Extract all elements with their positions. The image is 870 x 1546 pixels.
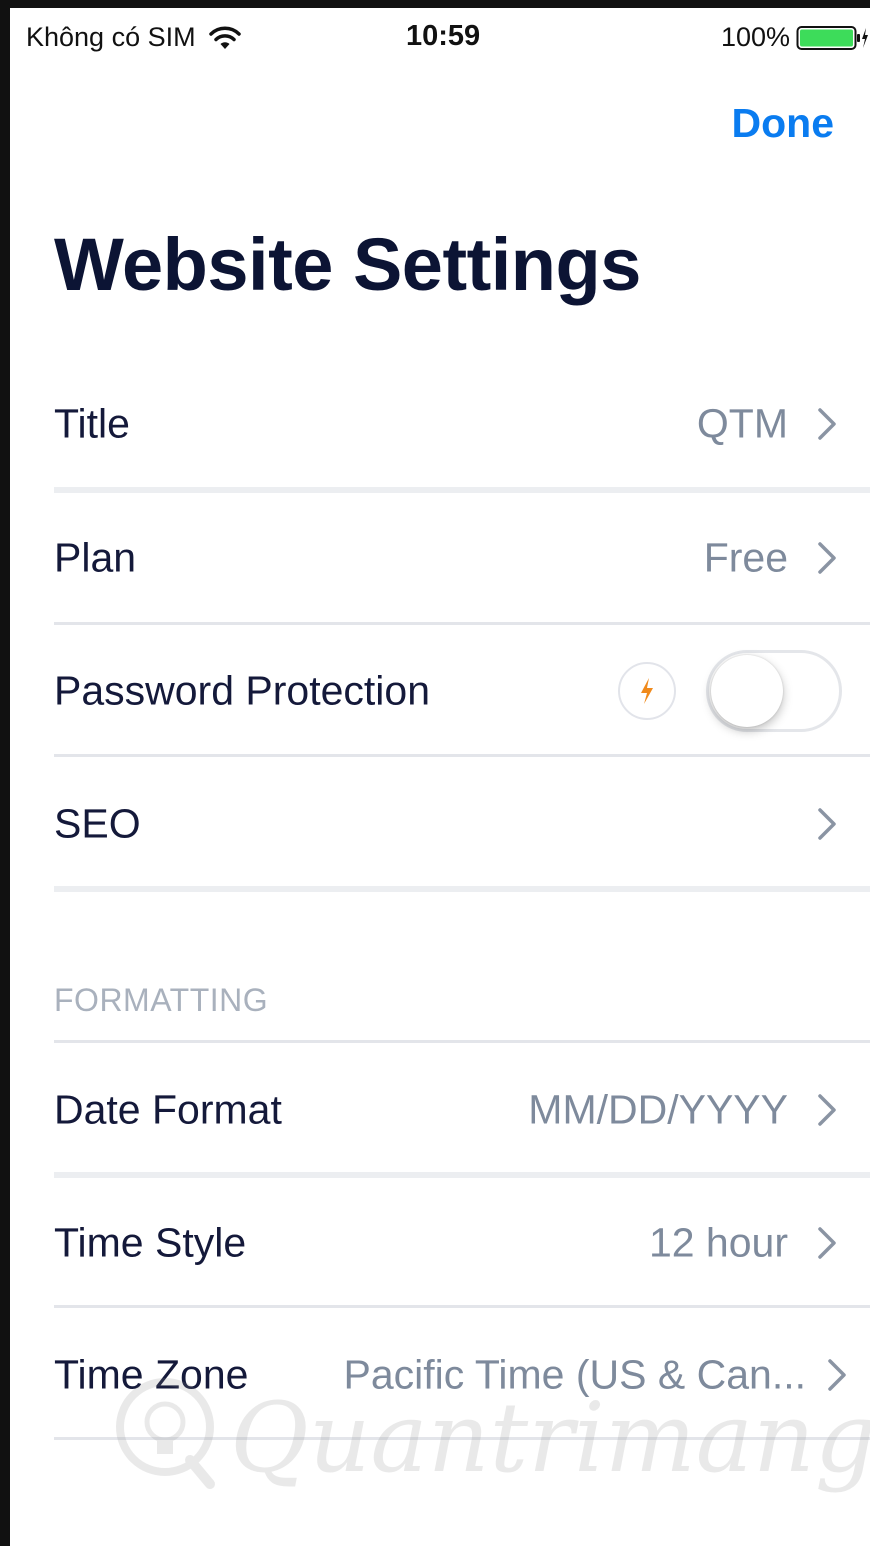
battery-group: 100% [721, 22, 868, 53]
row-value: MM/DD/YYYY [528, 1086, 788, 1132]
chevron-right-icon [828, 1358, 846, 1391]
settings-row-plan[interactable]: Plan Free [54, 491, 870, 624]
row-label: SEO [54, 800, 141, 846]
divider [54, 886, 870, 892]
row-value: Pacific Time (US & Can... [343, 1351, 806, 1397]
settings-row-time-zone[interactable]: Time Zone Pacific Time (US & Can... [54, 1308, 870, 1441]
settings-row-time-style[interactable]: Time Style 12 hour [54, 1176, 870, 1309]
row-label: Title [54, 400, 130, 446]
chevron-right-icon [818, 541, 836, 574]
password-protection-toggle[interactable] [706, 649, 842, 732]
clock: 10:59 [406, 20, 481, 52]
status-bar: Không có SIM 10:59 100% [10, 8, 870, 70]
settings-row-password-protection: Password Protection [54, 624, 870, 757]
row-value: Free [703, 534, 788, 580]
battery-icon [796, 25, 868, 50]
row-label: Plan [54, 534, 137, 580]
chevron-right-icon [818, 807, 836, 840]
upgrade-badge[interactable] [618, 661, 676, 720]
window-frame-left [0, 0, 10, 1546]
row-value: 12 hour [648, 1219, 788, 1265]
settings-row-title[interactable]: Title QTM [54, 357, 870, 490]
wifi-icon [208, 26, 241, 49]
window-frame-top [0, 0, 870, 8]
row-value: QTM [696, 400, 788, 446]
section-header-formatting: FORMATTING [54, 982, 269, 1018]
row-label: Time Style [54, 1219, 247, 1265]
divider [54, 1437, 870, 1440]
done-button[interactable]: Done [732, 100, 835, 147]
row-label: Date Format [54, 1086, 282, 1132]
row-label: Password Protection [54, 667, 431, 713]
chevron-right-icon [818, 1093, 836, 1126]
row-label: Time Zone [54, 1351, 249, 1397]
chevron-right-icon [818, 407, 836, 440]
charging-bolt-icon [862, 27, 868, 48]
bolt-icon [641, 677, 653, 704]
chevron-right-icon [818, 1226, 836, 1259]
battery-percent: 100% [720, 22, 790, 52]
settings-row-seo[interactable]: SEO [54, 757, 870, 890]
carrier-label: Không có SIM [26, 22, 196, 52]
page-title: Website Settings [54, 223, 641, 306]
settings-row-date-format[interactable]: Date Format MM/DD/YYYY [54, 1043, 870, 1176]
carrier-group: Không có SIM [26, 22, 242, 53]
toggle-knob [711, 654, 783, 727]
